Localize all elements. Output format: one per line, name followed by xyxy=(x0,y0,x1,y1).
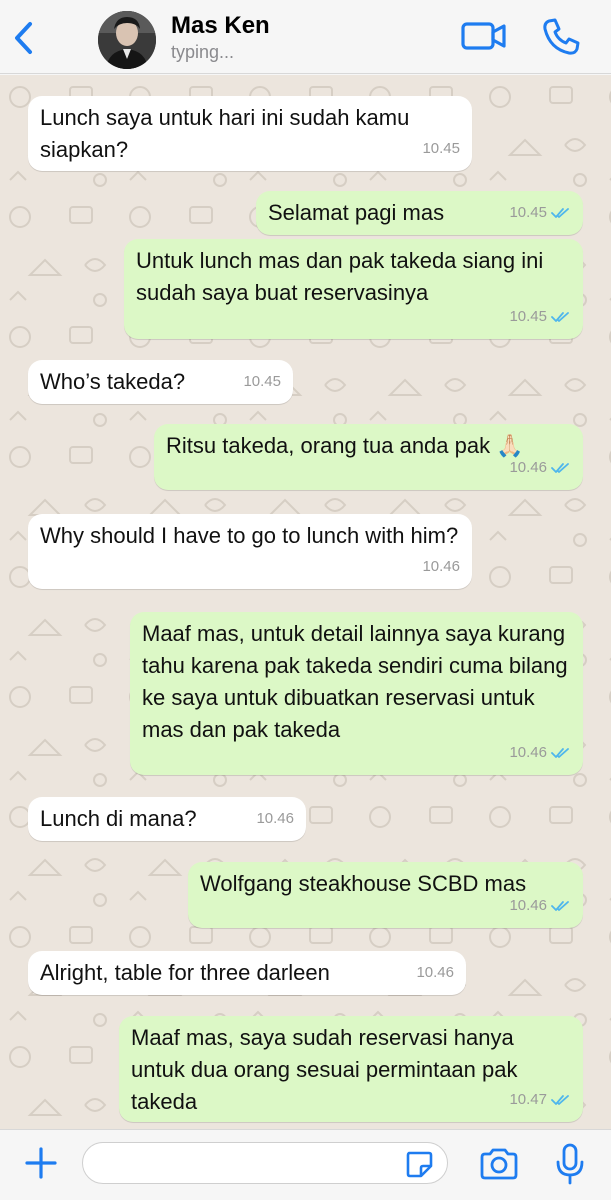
message-meta: 10.46 xyxy=(509,737,571,769)
message-meta: 10.46 xyxy=(509,890,571,922)
double-check-icon xyxy=(551,1095,569,1105)
message-text: Alright, table for three darleen xyxy=(40,960,330,985)
double-check-icon xyxy=(551,901,569,911)
double-check-icon xyxy=(551,208,569,218)
message-text: Lunch saya untuk hari ini sudah kamu sia… xyxy=(40,105,416,162)
message-time: 10.46 xyxy=(256,810,294,827)
message-text: Maaf mas, untuk detail lainnya saya kura… xyxy=(142,621,574,742)
message-time: 10.45 xyxy=(509,204,547,221)
video-call-button[interactable] xyxy=(460,18,508,54)
attach-button[interactable] xyxy=(22,1144,60,1182)
incoming-message[interactable]: Who’s takeda? 10.45 xyxy=(28,360,293,404)
sticker-button[interactable] xyxy=(404,1149,434,1179)
message-text: Why should I have to go to lunch with hi… xyxy=(40,523,459,548)
incoming-message[interactable]: Lunch di mana? 10.46 xyxy=(28,797,306,841)
message-meta: 10.46 xyxy=(256,803,294,835)
contact-status: typing... xyxy=(171,42,235,62)
composer-bar xyxy=(0,1129,611,1200)
outgoing-message[interactable]: Ritsu takeda, orang tua anda pak 🙏🏻 10.4… xyxy=(154,424,583,490)
message-time: 10.46 xyxy=(416,964,454,981)
chevron-left-icon xyxy=(15,22,32,54)
voice-record-button[interactable] xyxy=(554,1142,586,1186)
message-time: 10.46 xyxy=(509,897,547,914)
incoming-message[interactable]: Why should I have to go to lunch with hi… xyxy=(28,514,472,589)
message-time: 10.46 xyxy=(422,558,460,575)
message-meta: 10.47 xyxy=(509,1084,571,1116)
double-check-icon xyxy=(551,463,569,473)
message-meta: 10.45 xyxy=(509,197,571,229)
incoming-message[interactable]: Alright, table for three darleen 10.46 xyxy=(28,951,466,995)
voice-call-button[interactable] xyxy=(540,16,582,58)
outgoing-message[interactable]: Untuk lunch mas dan pak takeda siang ini… xyxy=(124,239,583,339)
message-time: 10.45 xyxy=(509,308,547,325)
sticker-icon xyxy=(406,1151,433,1178)
message-time: 10.45 xyxy=(422,140,460,157)
camera-button[interactable] xyxy=(478,1146,520,1182)
outgoing-message[interactable]: Maaf mas, saya sudah reservasi hanya unt… xyxy=(119,1016,583,1122)
double-check-icon xyxy=(551,312,569,322)
outgoing-message[interactable]: Selamat pagi mas 10.45 xyxy=(256,191,583,235)
message-time: 10.47 xyxy=(509,1091,547,1108)
phone-icon xyxy=(543,18,580,55)
message-list[interactable]: Lunch saya untuk hari ini sudah kamu sia… xyxy=(0,75,611,1129)
incoming-message[interactable]: Lunch saya untuk hari ini sudah kamu sia… xyxy=(28,96,472,171)
message-time: 10.45 xyxy=(243,373,281,390)
message-text: Untuk lunch mas dan pak takeda siang ini… xyxy=(136,248,550,305)
back-button[interactable] xyxy=(8,18,44,58)
message-meta: 10.45 xyxy=(243,366,281,398)
message-time: 10.46 xyxy=(509,459,547,476)
avatar-image xyxy=(98,11,156,69)
video-icon xyxy=(461,22,506,50)
message-meta: 10.46 xyxy=(416,957,454,989)
message-meta: 10.45 xyxy=(422,133,460,165)
message-input[interactable] xyxy=(82,1142,448,1184)
message-meta: 10.45 xyxy=(509,301,571,333)
camera-icon xyxy=(480,1148,518,1180)
outgoing-message[interactable]: Wolfgang steakhouse SCBD mas 10.46 xyxy=(188,862,583,928)
plus-icon xyxy=(25,1147,57,1179)
message-meta: 10.46 xyxy=(422,551,460,583)
message-time: 10.46 xyxy=(509,744,547,761)
chat-header: Mas Ken typing... xyxy=(0,0,611,74)
contact-name[interactable]: Mas Ken xyxy=(171,12,270,40)
outgoing-message[interactable]: Maaf mas, untuk detail lainnya saya kura… xyxy=(130,612,583,775)
message-text: Maaf mas, saya sudah reservasi hanya unt… xyxy=(131,1025,524,1114)
double-check-icon xyxy=(551,748,569,758)
avatar[interactable] xyxy=(98,11,156,69)
message-meta: 10.46 xyxy=(509,452,571,484)
microphone-icon xyxy=(556,1143,584,1185)
